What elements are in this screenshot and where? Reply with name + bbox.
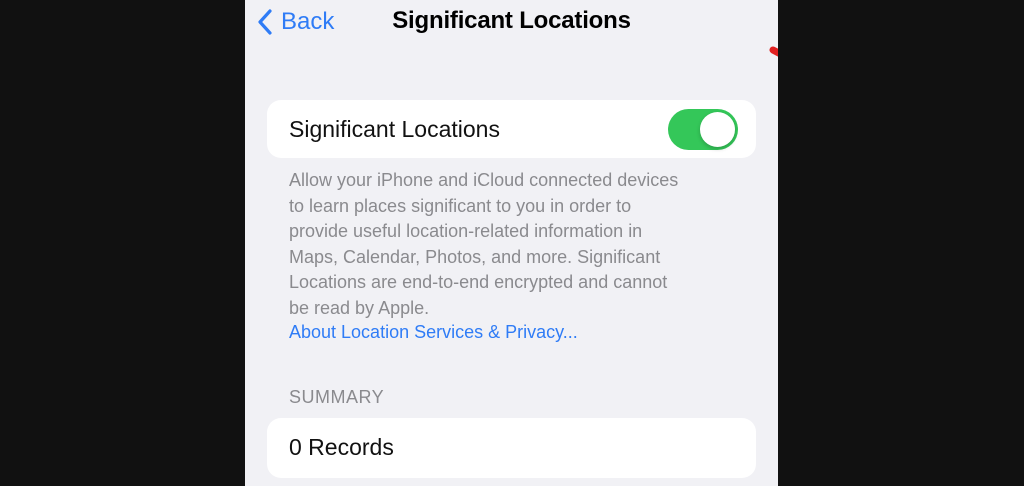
significant-locations-row: Significant Locations — [267, 100, 756, 158]
description-line: Locations are end-to-end encrypted and c… — [289, 272, 668, 292]
settings-screen: Back Significant Locations Significant L… — [245, 0, 778, 486]
records-row[interactable]: 0 Records — [267, 418, 756, 478]
toggle-label: Significant Locations — [289, 116, 500, 142]
description-line: Maps, Calendar, Photos, and more. Signif… — [289, 246, 661, 267]
description-line: be read by Apple. — [289, 297, 430, 318]
description-line: Allow your iPhone and iCloud connected d… — [289, 170, 679, 190]
page-title: Significant Locations — [392, 7, 631, 34]
significant-locations-toggle[interactable] — [668, 109, 738, 150]
description-text: Allow your iPhone and iCloud connected d… — [289, 168, 749, 321]
description-line: provide useful location-related informat… — [289, 221, 643, 241]
navigation-bar: Back Significant Locations — [245, 0, 778, 44]
screenshot-frame: Back Significant Locations Significant L… — [0, 0, 1024, 486]
summary-header: SUMMARY — [289, 387, 385, 407]
records-label: 0 Records — [289, 434, 394, 460]
privacy-link[interactable]: About Location Services & Privacy... — [289, 322, 578, 343]
description-line: to learn places significant to you in or… — [289, 195, 632, 216]
toggle-knob — [700, 112, 735, 147]
red-arrow-icon — [769, 46, 778, 57]
